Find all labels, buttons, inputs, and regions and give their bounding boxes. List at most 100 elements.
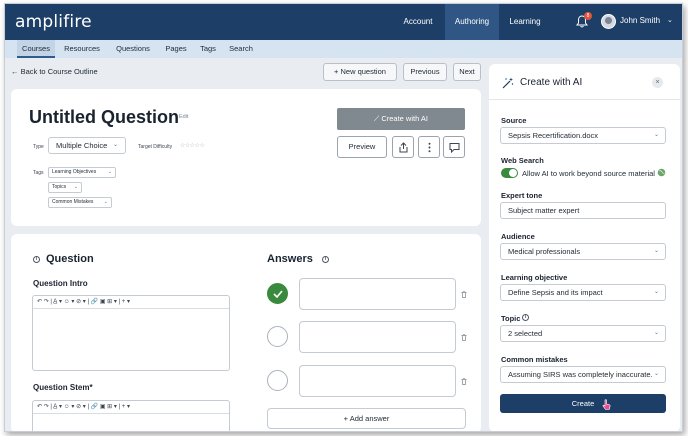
subnav-resources[interactable]: Resources [60,40,104,58]
comment-button[interactable] [443,136,465,158]
app-window: amplifire Account Authoring Learning 8 J… [4,3,683,432]
add-answer-button[interactable]: + Add answer [267,408,466,429]
answer-correct-radio-3[interactable] [267,370,288,391]
topic-select[interactable]: 2 selected ⌄ [500,325,666,342]
answer-input-2[interactable] [299,321,456,353]
subnav-tags[interactable]: Tags [196,40,220,58]
tag-topics-select[interactable]: Topics ⌄ [48,182,82,193]
back-to-course-outline-link[interactable]: ← Back to Course Outline [11,67,98,76]
previous-button[interactable]: Previous [403,63,447,81]
new-question-button[interactable]: + New question [323,63,397,81]
avatar[interactable] [601,14,616,29]
nav-account[interactable]: Account [395,4,441,40]
learning-objective-select[interactable]: Define Sepsis and its impact ⌄ [500,284,666,301]
chevron-down-icon: ⌄ [651,244,659,259]
share-button[interactable] [392,136,414,158]
editor-toolbar[interactable]: ↶ ↷ | A̲ ▾ ☺ ▾ ⊘ ▾ | 🔗 ▣ ⊞ ▾ | + ▾ [33,296,229,309]
chevron-down-icon: ⌄ [107,169,112,175]
common-mistakes-value: Assuming SIRS was completely inaccurate.… [508,370,657,379]
editor-toolbar[interactable]: ↶ ↷ | A̲ ▾ ☺ ▾ ⊘ ▾ | 🔗 ▣ ⊞ ▾ | + ▾ [33,401,229,414]
info-icon[interactable]: i [322,256,329,263]
common-mistakes-select[interactable]: Assuming SIRS was completely inaccurate.… [500,366,666,383]
common-mistakes-label: Common mistakes [501,355,568,364]
close-icon[interactable]: × [652,77,663,88]
answers-heading: Answers [267,253,313,265]
expert-tone-value: Subject matter expert [508,206,580,215]
info-icon[interactable]: i [33,256,40,263]
expert-tone-label: Expert tone [501,191,543,200]
audience-value: Medical professionals [508,247,581,256]
chevron-down-icon: ⌄ [651,285,659,300]
answer-input-3[interactable] [299,365,456,397]
trash-icon[interactable] [461,334,467,341]
more-options-button[interactable] [418,136,440,158]
chevron-down-icon: ⌄ [73,184,78,190]
target-difficulty-label: Target Difficulty [138,144,173,150]
difficulty-rating[interactable]: ☆☆☆☆☆ [180,142,205,149]
audience-select[interactable]: Medical professionals ⌄ [500,243,666,260]
next-button[interactable]: Next [453,63,481,81]
tag-learning-objectives-label: Learning Objectives [52,169,97,175]
tag-topics-label: Topics [52,184,67,190]
source-value: Sepsis Recertification.docx [508,131,599,140]
question-intro-label: Question Intro [33,279,88,288]
user-name[interactable]: John Smith [620,16,660,25]
vertical-dots-icon [428,142,431,153]
expert-tone-input[interactable]: Subject matter expert [500,202,666,219]
share-icon [399,142,408,153]
type-label: Type [33,144,44,150]
question-intro-editor[interactable]: ↶ ↷ | A̲ ▾ ☺ ▾ ⊘ ▾ | 🔗 ▣ ⊞ ▾ | + ▾ [32,295,230,371]
chevron-down-icon: ⌄ [103,199,108,205]
tag-common-mistakes-select[interactable]: Common Mistakes ⌄ [48,197,112,208]
web-search-label: Web Search [501,156,544,165]
nav-authoring[interactable]: Authoring [445,4,499,40]
topic-label: Topic [501,314,521,323]
question-type-select[interactable]: Multiple Choice ⌄ [48,137,126,154]
subnav-questions[interactable]: Questions [109,40,157,58]
question-info-card: Untitled Question Edit ⟋ Create with AI … [11,89,481,226]
subnav-pages[interactable]: Pages [161,40,191,58]
subnav-courses[interactable]: Courses [17,40,55,58]
create-with-ai-panel: Create with AI × Source Sepsis Recertifi… [489,64,680,431]
create-button[interactable]: Create [500,394,666,413]
web-search-toggle[interactable] [501,168,518,178]
notification-badge: 8 [584,12,592,20]
tag-common-mistakes-label: Common Mistakes [52,199,94,205]
magic-wand-icon: ⟋ [373,114,380,123]
amplifire-logo[interactable]: amplifire [15,12,92,32]
info-icon[interactable]: i [522,314,529,321]
magic-wand-icon [502,77,514,89]
question-stem-label: Question Stem* [33,383,93,392]
chevron-down-icon: ⌄ [112,142,118,148]
trash-icon[interactable] [461,378,467,385]
top-navigation: amplifire Account Authoring Learning 8 J… [5,4,682,40]
source-select[interactable]: Sepsis Recertification.docx ⌄ [500,127,666,144]
question-stem-editor[interactable]: ↶ ↷ | A̲ ▾ ☺ ▾ ⊘ ▾ | 🔗 ▣ ⊞ ▾ | + ▾ [32,400,230,431]
ai-panel-header: Create with AI × [489,64,680,100]
globe-icon [657,168,666,177]
source-label: Source [501,116,527,125]
nav-learning[interactable]: Learning [503,4,547,40]
edit-title-link[interactable]: Edit [179,114,188,120]
question-heading: Question [46,253,94,265]
ai-panel-title: Create with AI [520,77,583,88]
answer-correct-radio-1[interactable] [267,283,288,304]
question-edit-card: i Question Answers i Question Intro ↶ ↷ … [11,234,481,431]
arrow-left-icon: ← [11,67,19,76]
learning-objective-value: Define Sepsis and its impact [508,288,603,297]
audience-label: Audience [501,232,535,241]
answer-correct-radio-2[interactable] [267,326,288,347]
chevron-down-icon: ⌄ [651,128,659,143]
checkmark-icon [273,290,283,298]
answer-input-1[interactable] [299,278,456,310]
trash-icon[interactable] [461,291,467,298]
tag-learning-objectives-select[interactable]: Learning Objectives ⌄ [48,167,116,178]
preview-button[interactable]: Preview [337,136,387,158]
learning-objective-label: Learning objective [501,273,568,282]
web-search-description: Allow AI to work beyond source material [522,169,655,178]
chevron-down-icon[interactable]: ⌄ [667,16,673,24]
create-with-ai-button[interactable]: ⟋ Create with AI [337,108,465,130]
subnav-search[interactable]: Search [226,40,256,58]
chevron-down-icon: ⌄ [651,326,659,341]
tags-label: Tags [33,170,44,176]
